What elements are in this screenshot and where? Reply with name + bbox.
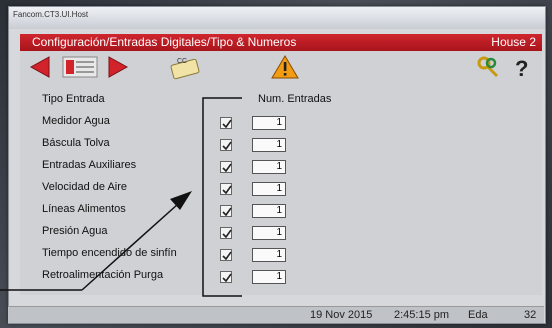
row-checkbox[interactable] bbox=[220, 227, 232, 239]
left-arrow-icon bbox=[29, 56, 50, 78]
status-time: 2:45:15 pm bbox=[394, 309, 450, 321]
status-bar: 19 Nov 2015 2:45:15 pm Eda 32 bbox=[8, 306, 544, 323]
row-label: Tiempo encendido de sinfín bbox=[42, 247, 177, 259]
list-view-button[interactable] bbox=[60, 53, 100, 81]
row-count-input[interactable]: 1 bbox=[252, 182, 286, 196]
help-button[interactable]: ? bbox=[510, 53, 536, 81]
checkmark-icon bbox=[222, 229, 232, 239]
status-number: 32 bbox=[524, 309, 537, 321]
row-label: Báscula Tolva bbox=[42, 137, 110, 149]
cc-button[interactable]: CC bbox=[168, 53, 202, 81]
row-label: Velocidad de Aire bbox=[42, 181, 128, 193]
alarm-button[interactable] bbox=[270, 53, 300, 81]
window-title: Fancom.CT3.UI.Host bbox=[13, 10, 89, 19]
next-button[interactable] bbox=[104, 53, 132, 81]
previous-button[interactable] bbox=[26, 53, 54, 81]
row-label: Entradas Auxiliares bbox=[42, 159, 137, 171]
checkmark-icon bbox=[222, 185, 232, 195]
status-date: 19 Nov 2015 bbox=[310, 309, 373, 321]
list-icon bbox=[62, 56, 98, 78]
row-count-input[interactable]: 1 bbox=[252, 270, 286, 284]
warning-icon bbox=[271, 55, 299, 79]
window-titlebar: Fancom.CT3.UI.Host bbox=[9, 7, 545, 29]
page-header: Configuración/Entradas Digitales/Tipo & … bbox=[20, 34, 542, 51]
svg-text:?: ? bbox=[515, 56, 528, 80]
right-arrow-icon bbox=[108, 56, 129, 78]
key-icon bbox=[477, 56, 499, 78]
checkmark-icon bbox=[222, 273, 232, 283]
row-label: Retroalimentación Purga bbox=[42, 269, 164, 281]
status-unit: Eda bbox=[468, 309, 488, 321]
row-label: Líneas Alimentos bbox=[42, 203, 126, 215]
row-count-input[interactable]: 1 bbox=[252, 138, 286, 152]
row-count-input[interactable]: 1 bbox=[252, 116, 286, 130]
row-checkbox[interactable] bbox=[220, 139, 232, 151]
page-title: Configuración/Entradas Digitales/Tipo & … bbox=[32, 35, 297, 49]
row-label: Medidor Agua bbox=[42, 115, 110, 127]
cc-label: CC bbox=[177, 58, 187, 65]
checkmark-icon bbox=[222, 141, 232, 151]
checkmark-icon bbox=[222, 119, 232, 129]
house-label: House 2 bbox=[491, 35, 536, 49]
column-header-type: Tipo Entrada bbox=[42, 93, 105, 105]
checkmark-icon bbox=[222, 163, 232, 173]
row-checkbox[interactable] bbox=[220, 271, 232, 283]
checkmark-icon bbox=[222, 251, 232, 261]
toolbar: CC ? bbox=[20, 51, 542, 83]
row-count-input[interactable]: 1 bbox=[252, 226, 286, 240]
row-checkbox[interactable] bbox=[220, 183, 232, 195]
checkmark-icon bbox=[222, 207, 232, 217]
input-table: Tipo Entrada Num. Entradas Medidor Agua … bbox=[20, 83, 542, 295]
row-count-input[interactable]: 1 bbox=[252, 204, 286, 218]
row-count-input[interactable]: 1 bbox=[252, 160, 286, 174]
keys-button[interactable] bbox=[474, 53, 502, 81]
row-count-input[interactable]: 1 bbox=[252, 248, 286, 262]
row-checkbox[interactable] bbox=[220, 205, 232, 217]
question-icon: ? bbox=[515, 56, 528, 80]
calculator-icon: CC bbox=[170, 58, 200, 80]
row-checkbox[interactable] bbox=[220, 249, 232, 261]
column-header-count: Num. Entradas bbox=[258, 93, 332, 105]
row-label: Presión Agua bbox=[42, 225, 108, 237]
row-checkbox[interactable] bbox=[220, 117, 232, 129]
row-checkbox[interactable] bbox=[220, 161, 232, 173]
